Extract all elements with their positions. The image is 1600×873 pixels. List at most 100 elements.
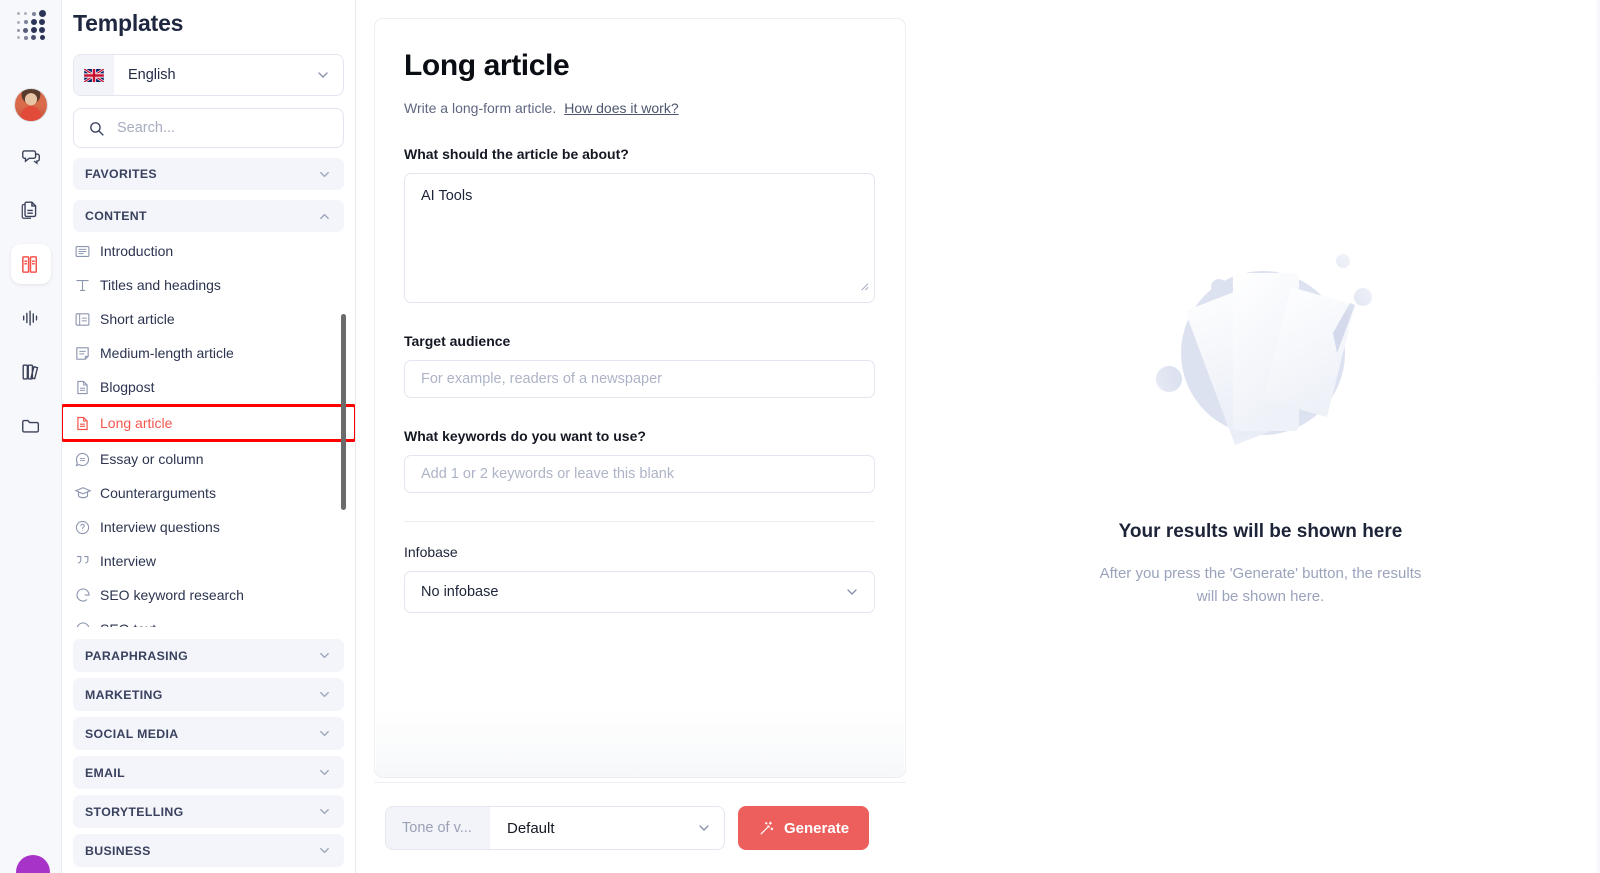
long-article-doc-icon [74, 415, 100, 432]
page-title: Templates [73, 10, 184, 36]
form-title: Long article [404, 49, 570, 82]
template-label: Interview [100, 553, 157, 569]
template-item-blogpost[interactable]: Blogpost [62, 370, 355, 404]
tone-of-voice-label: Tone of v... [386, 807, 490, 849]
template-form-card: Long article Write a long-form article. H… [374, 18, 906, 778]
medium-article-icon [74, 345, 100, 362]
section-label: EMAIL [85, 765, 126, 780]
chevron-down-icon [317, 726, 332, 741]
search-icon [90, 121, 104, 136]
about-label: What should the article be about? [404, 146, 629, 162]
templates-sidebar: Templates English Search... FAVORITES CO… [62, 0, 356, 873]
empty-state-illustration [1110, 225, 1411, 505]
g-circle-icon [74, 620, 100, 627]
chevron-down-icon [317, 804, 332, 819]
search-box[interactable] [73, 108, 344, 148]
support-bubble-icon[interactable] [16, 855, 50, 873]
form-subtitle-row: Write a long-form article. How does it wo… [404, 100, 876, 116]
tone-of-voice-value: Default [507, 819, 555, 837]
sidebar-section-favorites[interactable]: FAVORITES [73, 158, 344, 190]
chevron-down-icon [317, 648, 332, 663]
audience-input[interactable] [404, 360, 875, 398]
blogpost-doc-icon [74, 379, 100, 396]
template-item-medium-length-article[interactable]: Medium-length article [62, 336, 355, 370]
chevron-down-icon [315, 67, 331, 83]
section-label: FAVORITES [85, 167, 157, 181]
results-title: Your results will be shown here [1118, 521, 1403, 542]
template-item-interview[interactable]: Interview [62, 544, 355, 578]
chevron-down-icon [317, 687, 332, 702]
sidebar-section-email[interactable]: EMAIL [73, 756, 344, 789]
form-column: Long article Write a long-form article. H… [356, 0, 921, 873]
folder-icon[interactable] [11, 406, 51, 446]
section-label: BUSINESS [85, 843, 151, 858]
sidebar-section-storytelling[interactable]: STORYTELLING [73, 795, 344, 828]
template-label: Titles and headings [100, 277, 221, 293]
section-label: CONTENT [85, 209, 147, 223]
template-item-essay-or-column[interactable]: Essay or column [62, 442, 355, 476]
uk-flag-icon [74, 55, 114, 95]
chevron-down-icon [317, 167, 332, 182]
chevron-down-icon [317, 765, 332, 780]
section-label: PARAPHRASING [85, 648, 189, 663]
text-t-icon [74, 277, 100, 294]
panel-right-edge [1594, 0, 1600, 873]
speech-bubble-lines-icon [74, 451, 100, 468]
user-avatar[interactable] [13, 88, 48, 122]
main-area: Long article Write a long-form article. H… [356, 0, 1600, 873]
template-label: Blogpost [100, 379, 155, 395]
tone-of-voice-select[interactable]: Tone of v... Default [385, 806, 725, 850]
article-lines-icon [74, 243, 100, 260]
sidebar-section-business[interactable]: BUSINESS [73, 834, 344, 867]
infobase-select[interactable]: No infobase [404, 571, 875, 613]
form-subtitle: Write a long-form article. [404, 100, 557, 116]
search-input[interactable] [117, 120, 343, 136]
template-item-counterarguments[interactable]: Counterarguments [62, 476, 355, 510]
chevron-down-icon [696, 820, 712, 836]
app-logo[interactable] [14, 8, 48, 42]
template-item-seo-keyword-research[interactable]: SEO keyword research [62, 578, 355, 612]
chevron-down-icon [844, 584, 860, 600]
template-item-long-article[interactable]: Long article [62, 404, 355, 442]
results-panel: Your results will be shown here After yo… [921, 0, 1600, 873]
template-label: Interview questions [100, 519, 220, 535]
infobase-value: No infobase [421, 584, 499, 600]
sidebar-section-content[interactable]: CONTENT [73, 200, 344, 232]
question-circle-icon [74, 519, 100, 536]
generate-button[interactable]: Generate [738, 806, 870, 850]
template-item-seo-text[interactable]: SEO text [62, 612, 355, 627]
template-label: Introduction [100, 243, 174, 259]
language-select[interactable]: English [73, 54, 344, 96]
how-does-it-work-link[interactable]: How does it work? [564, 100, 678, 116]
audience-label: Target audience [404, 333, 511, 349]
template-label: Essay or column [100, 451, 204, 467]
sidebar-scrollbar-thumb[interactable] [341, 314, 346, 510]
form-action-bar: Tone of v... Default Generate [374, 782, 906, 873]
sidebar-lower-sections: PARAPHRASING MARKETING SOCIAL MEDIA EMAI… [62, 639, 355, 873]
audio-waveform-icon[interactable] [11, 298, 51, 338]
template-label: Long article [100, 415, 173, 431]
chat-icon[interactable] [11, 136, 51, 176]
template-item-introduction[interactable]: Introduction [62, 234, 355, 268]
sidebar-section-marketing[interactable]: MARKETING [73, 678, 344, 711]
quotation-marks-icon [74, 552, 100, 570]
about-textarea[interactable] [404, 173, 875, 303]
chevron-down-icon [317, 843, 332, 858]
keywords-input[interactable] [404, 455, 875, 493]
keywords-label: What keywords do you want to use? [404, 428, 646, 444]
templates-books-icon[interactable] [10, 244, 51, 284]
sidebar-section-paraphrasing[interactable]: PARAPHRASING [73, 639, 344, 672]
template-item-interview-questions[interactable]: Interview questions [62, 510, 355, 544]
template-label: Counterarguments [100, 485, 216, 501]
sidebar-section-social-media[interactable]: SOCIAL MEDIA [73, 717, 344, 750]
results-subtitle: After you press the 'Generate' button, t… [1099, 565, 1422, 605]
documents-icon[interactable] [11, 190, 51, 230]
generate-label: Generate [784, 819, 850, 837]
template-item-titles-and-headings[interactable]: Titles and headings [62, 268, 355, 302]
short-article-icon [74, 311, 100, 328]
card-bottom-fade [376, 707, 904, 777]
section-label: MARKETING [85, 687, 163, 702]
template-item-short-article[interactable]: Short article [62, 302, 355, 336]
language-value: English [128, 67, 176, 83]
library-books-icon[interactable] [11, 352, 51, 392]
